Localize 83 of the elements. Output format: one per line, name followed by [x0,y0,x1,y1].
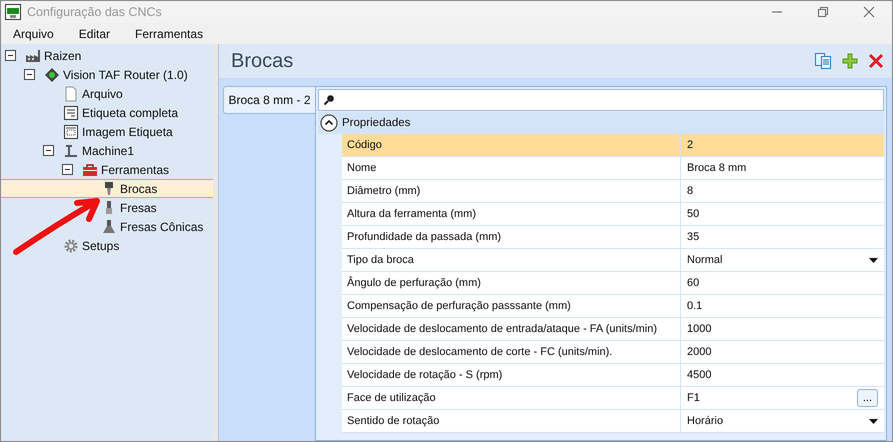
property-value[interactable]: 0.1 [687,300,878,312]
property-value[interactable]: 35 [687,231,878,243]
property-value[interactable]: Normal [687,254,869,266]
property-name: Velocidade de deslocamento de entrada/ataque - FA (units/min) [342,318,681,340]
tree-item[interactable]: Fresas [1,198,213,217]
property-row[interactable]: Face de utilização F1 ... [342,387,884,410]
gear-icon [63,238,79,254]
panel-title: Brocas [231,50,294,72]
machine-icon [63,142,79,158]
property-name: Face de utilização [342,387,681,409]
tree-item[interactable]: Vision TAF Router (1.0) [1,65,213,84]
property-row[interactable]: Profundidade da passada (mm) 35 [342,226,884,249]
property-name: Profundidade da passada (mm) [342,226,681,248]
tree-item[interactable]: Imagem Etiqueta [1,122,213,141]
property-row[interactable]: Tipo da broca Normal [342,249,884,272]
property-row[interactable]: Velocidade de deslocamento de corte - FC (units/min). 2000 [342,341,884,364]
property-name: Ângulo de perfuração (mm) [342,272,681,294]
form-icon [63,124,79,140]
collapse-toggle[interactable] [43,145,54,156]
close-icon[interactable] [863,6,875,18]
property-name: Sentido de rotação [342,410,681,432]
tree-item[interactable]: Fresas Cônicas [1,217,213,236]
property-name: Altura da ferramenta (mm) [342,203,681,225]
property-name: Código [342,134,681,156]
property-value[interactable]: 1000 [687,323,878,335]
property-value[interactable]: F1 [687,392,857,404]
tree-item[interactable]: Brocas [1,179,213,198]
tree-item[interactable]: Setups [1,236,213,255]
splitter-handle[interactable] [213,44,219,441]
property-name: Diâmetro (mm) [342,180,681,202]
tree-item[interactable]: Ferramentas [1,160,213,179]
tree-item[interactable]: Arquivo [1,84,213,103]
cone-tool-icon [101,218,117,234]
group-header: Propriedades [342,117,410,129]
property-value[interactable]: 50 [687,208,878,220]
toolbox-icon [82,162,98,178]
property-row[interactable]: Código 2 [342,134,884,157]
ellipsis-button[interactable]: ... [856,389,878,407]
collapse-icon[interactable] [320,114,338,132]
form-icon [63,104,79,120]
property-value[interactable]: 60 [687,277,878,289]
collapse-toggle[interactable] [24,69,35,80]
menu-item[interactable]: Ferramentas [127,26,212,40]
search-field[interactable] [318,89,884,111]
property-value[interactable]: 8 [687,185,878,197]
property-name: Velocidade de rotação - S (rpm) [342,364,681,386]
search-icon [323,94,335,106]
property-name: Velocidade de deslocamento de corte - FC (units/min). [342,341,681,363]
app-logo-icon [5,4,21,20]
menu-item[interactable]: Editar [70,26,118,40]
collapse-toggle[interactable] [5,50,16,61]
property-row[interactable]: Nome Broca 8 mm [342,157,884,180]
add-icon[interactable] [842,53,858,69]
dropdown-caret-icon[interactable] [869,418,878,424]
property-row[interactable]: Ângulo de perfuração (mm) 60 [342,272,884,295]
property-value[interactable]: 2 [687,139,878,151]
property-value[interactable]: Broca 8 mm [687,162,878,174]
document-icon [63,86,79,102]
property-row[interactable]: Altura da ferramenta (mm) 50 [342,203,884,226]
property-value[interactable]: Horário [687,415,869,427]
property-name: Tipo da broca [342,249,681,271]
property-name: Compensação de perfuração passsante (mm) [342,295,681,317]
property-value[interactable]: 4500 [687,369,878,381]
property-row[interactable]: Velocidade de rotação - S (rpm) 4500 [342,364,884,387]
menu-item[interactable]: Arquivo [5,26,62,40]
delete-icon[interactable] [868,53,884,69]
tree-item[interactable]: Etiqueta completa [1,103,213,122]
window-title: Configuração das CNCs [27,5,163,19]
diamond-icon [44,66,60,82]
tree-item[interactable]: Machine1 [1,141,213,160]
property-row[interactable]: Velocidade de deslocamento de entrada/ataque - FA (units/min) 1000 [342,318,884,341]
factory-icon [25,48,41,64]
property-row[interactable]: Diâmetro (mm) 8 [342,180,884,203]
copy-icon[interactable] [814,52,832,70]
restore-icon[interactable] [817,6,829,18]
dropdown-caret-icon[interactable] [869,258,878,262]
item-tab[interactable]: Broca 8 mm - 2 [223,86,315,114]
collapse-toggle[interactable] [62,164,73,175]
property-name: Nome [342,157,681,179]
property-row[interactable]: Compensação de perfuração passsante (mm) 0.1 [342,295,884,318]
property-row[interactable]: Sentido de rotação Horário [342,410,884,433]
property-value[interactable]: 2000 [687,346,878,358]
tree-item[interactable]: Raizen [1,46,213,65]
